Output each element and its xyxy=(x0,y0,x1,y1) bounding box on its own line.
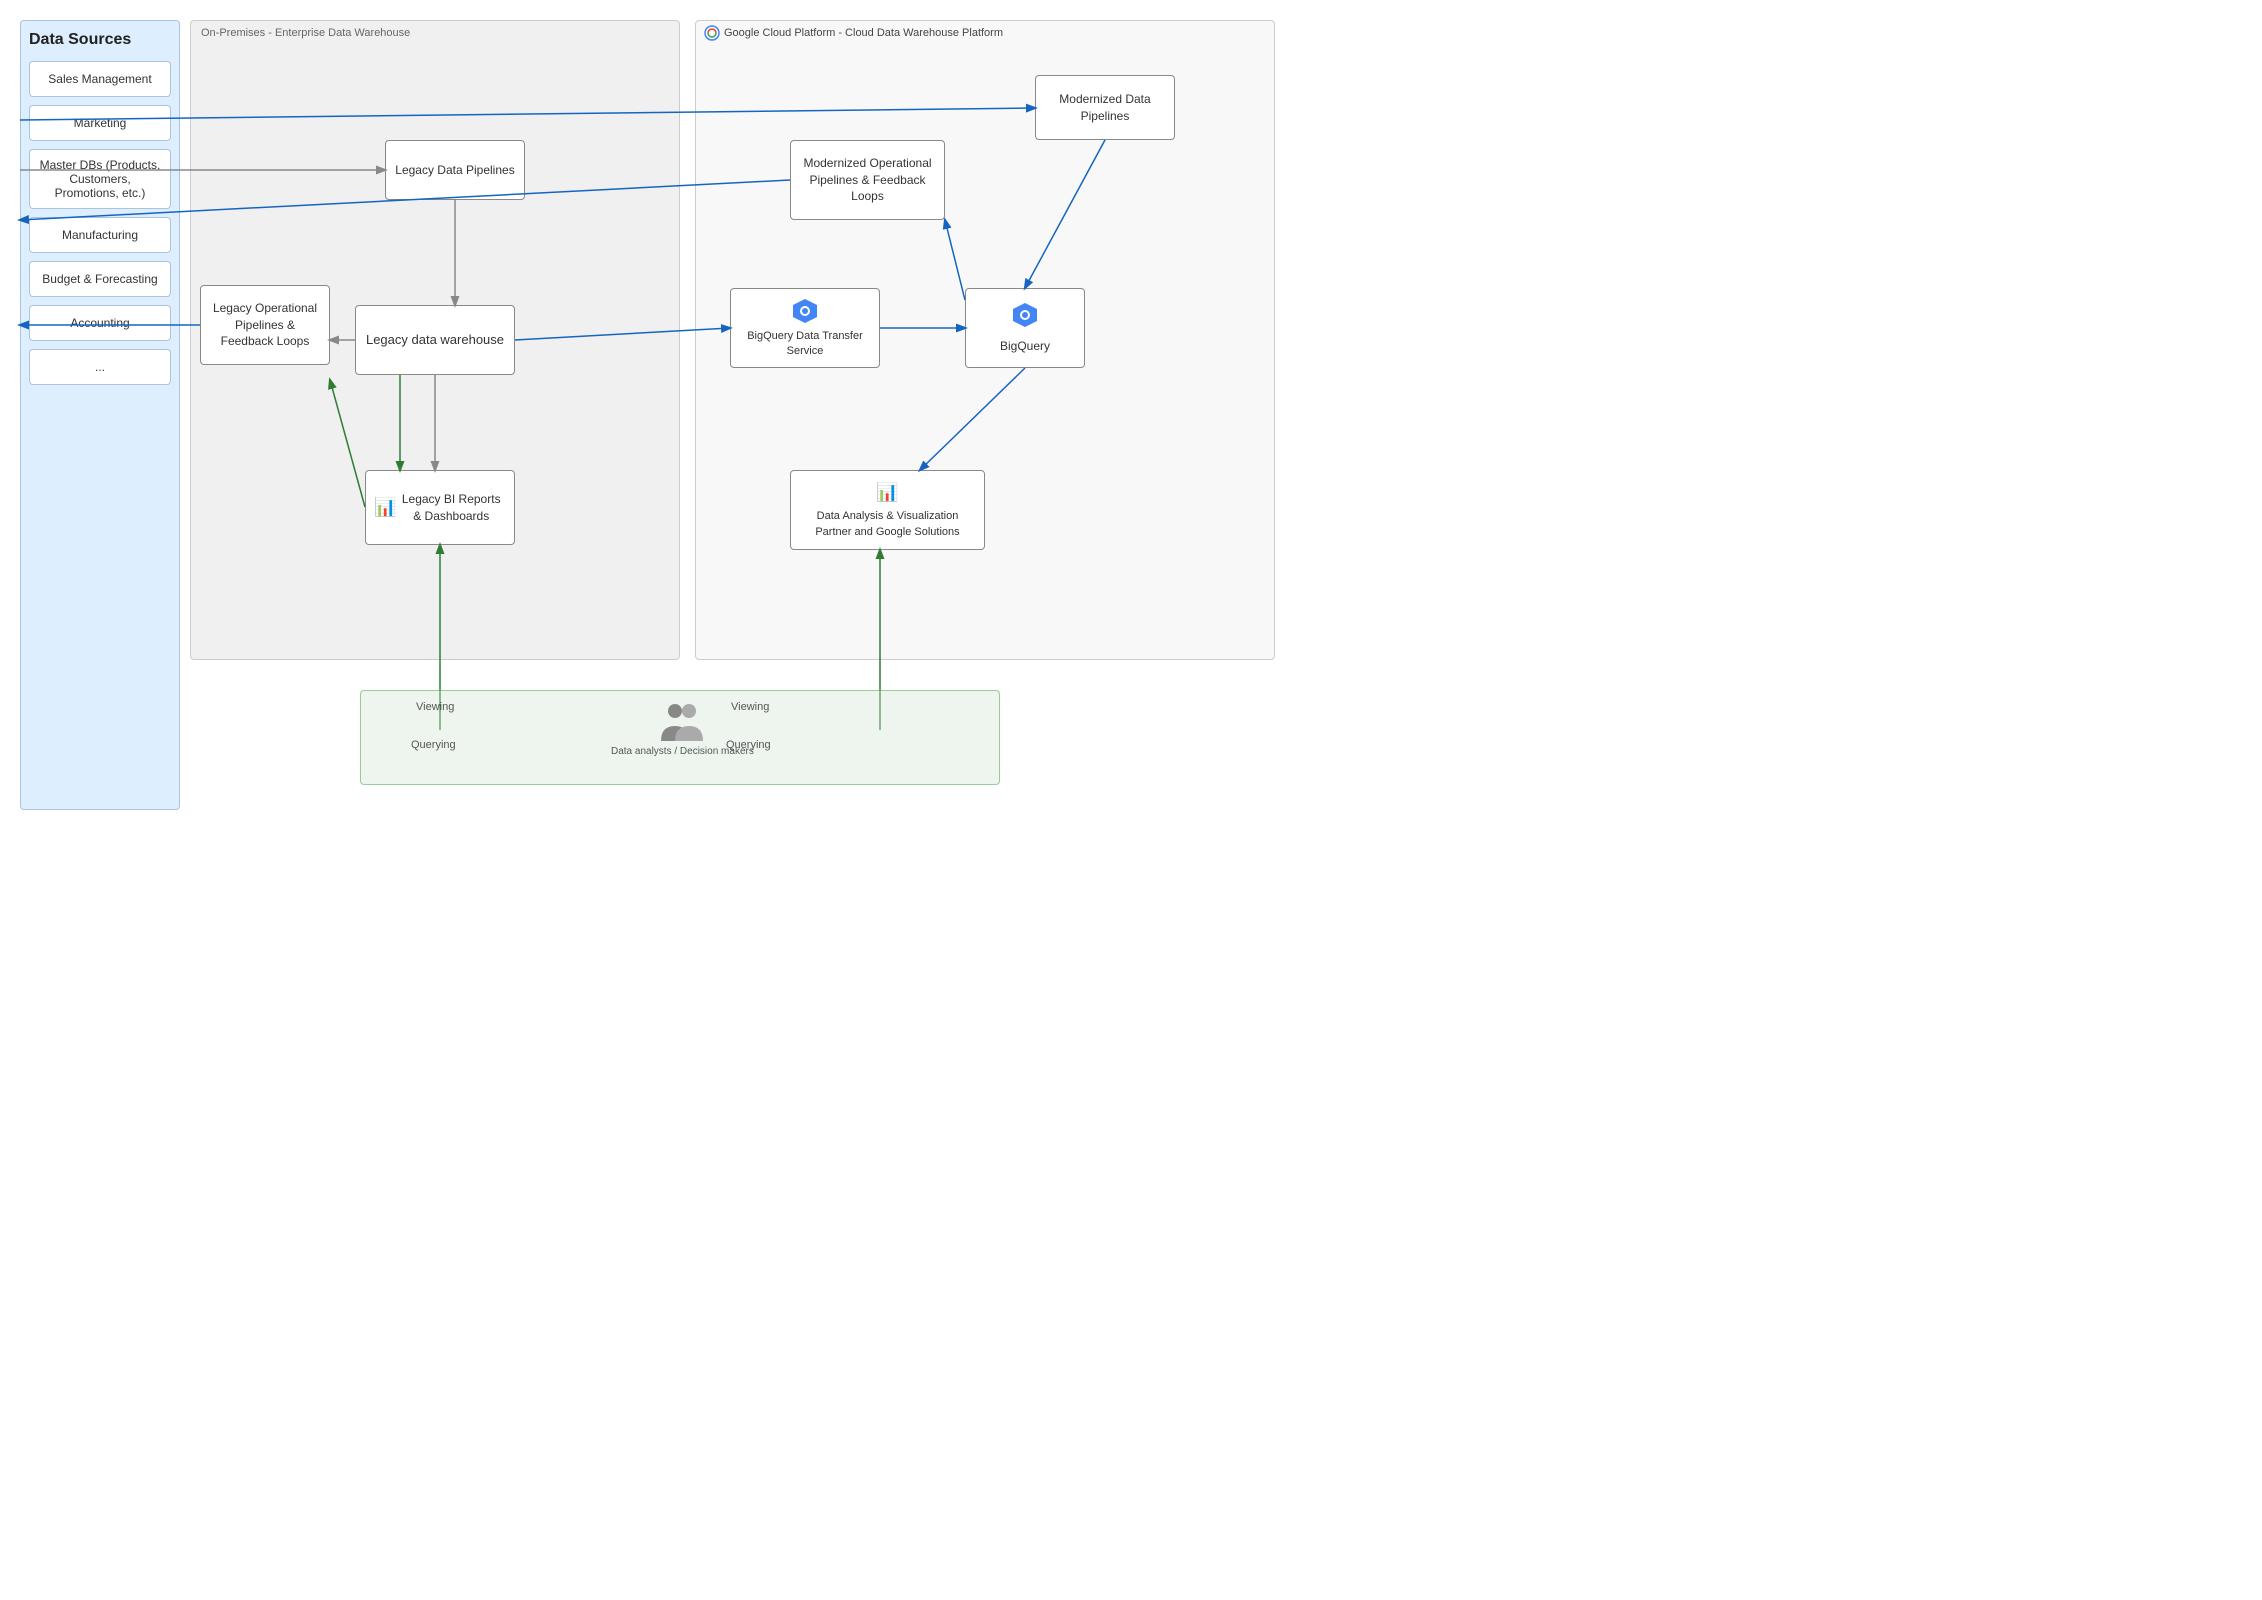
legacy-operational-pipelines-box: Legacy Operational Pipelines & Feedback … xyxy=(200,285,330,365)
modernized-data-pipelines-box: Modernized Data Pipelines xyxy=(1035,75,1175,140)
legacy-operational-pipelines-label: Legacy Operational Pipelines & Feedback … xyxy=(209,300,321,350)
google-cloud-icon xyxy=(704,25,720,41)
diagram-container: Data Sources Sales Management Marketing … xyxy=(0,0,1131,830)
source-other: ... xyxy=(29,349,171,385)
legacy-data-warehouse-label: Legacy data warehouse xyxy=(366,331,504,349)
legacy-data-pipelines-label: Legacy Data Pipelines xyxy=(395,162,514,179)
legacy-bi-reports-box: 📊 Legacy BI Reports & Dashboards xyxy=(365,470,515,545)
user-area: Viewing Querying Viewing Querying Data a… xyxy=(360,690,1000,785)
gcp-label-text: Google Cloud Platform - Cloud Data Wareh… xyxy=(724,27,1003,39)
legacy-bi-chart-icon: 📊 xyxy=(374,495,396,520)
source-manufacturing: Manufacturing xyxy=(29,217,171,253)
bq-dts-icon xyxy=(791,297,819,325)
bq-icon xyxy=(1011,301,1039,334)
bigquery-dts-box: BigQuery Data Transfer Service xyxy=(730,288,880,368)
bigquery-label: BigQuery xyxy=(1000,338,1050,355)
data-analysis-box: 📊 Data Analysis & Visualization Partner … xyxy=(790,470,985,550)
user-area-label: Data analysts / Decision makers xyxy=(611,746,754,757)
bigquery-box: BigQuery xyxy=(965,288,1085,368)
modernized-operational-pipelines-label: Modernized Operational Pipelines & Feedb… xyxy=(799,155,936,205)
source-master-dbs: Master DBs (Products, Customers, Promoti… xyxy=(29,149,171,209)
modernized-operational-pipelines-box: Modernized Operational Pipelines & Feedb… xyxy=(790,140,945,220)
source-budget: Budget & Forecasting xyxy=(29,261,171,297)
user-icon xyxy=(657,701,707,746)
data-analysis-chart-icon: 📊 xyxy=(876,480,898,505)
data-sources-title: Data Sources xyxy=(29,31,171,49)
source-sales: Sales Management xyxy=(29,61,171,97)
viewing-left-label: Viewing xyxy=(416,701,454,713)
modernized-data-pipelines-label: Modernized Data Pipelines xyxy=(1044,91,1166,125)
gcp-logo: Google Cloud Platform - Cloud Data Wareh… xyxy=(704,25,1003,41)
bigquery-svg xyxy=(1011,301,1039,329)
user-figure: Data analysts / Decision makers xyxy=(611,701,754,757)
data-analysis-label: Data Analysis & Visualization Partner an… xyxy=(799,509,976,540)
legacy-data-warehouse-box: Legacy data warehouse xyxy=(355,305,515,375)
bigquery-dts-label: BigQuery Data Transfer Service xyxy=(739,329,871,360)
legacy-bi-reports-label: Legacy BI Reports & Dashboards xyxy=(396,491,506,525)
on-premises-label: On-Premises - Enterprise Data Warehouse xyxy=(201,27,410,39)
bigquery-dts-svg xyxy=(791,297,819,325)
source-accounting: Accounting xyxy=(29,305,171,341)
source-marketing: Marketing xyxy=(29,105,171,141)
legacy-data-pipelines-box: Legacy Data Pipelines xyxy=(385,140,525,200)
querying-left-label: Querying xyxy=(411,739,456,751)
data-sources-panel: Data Sources Sales Management Marketing … xyxy=(20,20,180,810)
